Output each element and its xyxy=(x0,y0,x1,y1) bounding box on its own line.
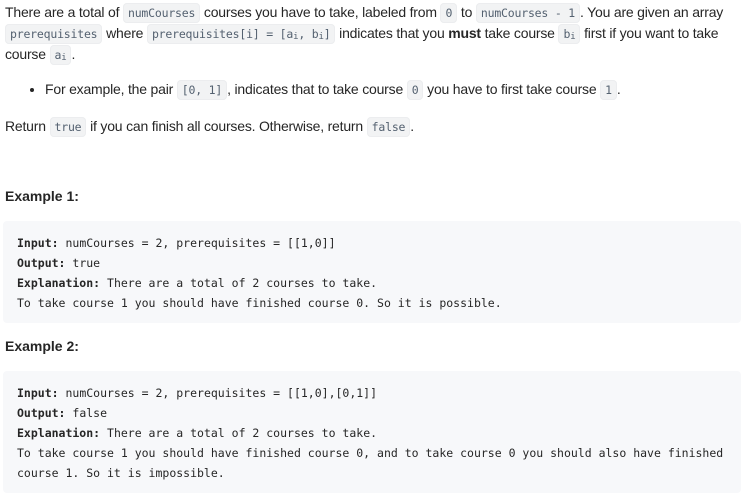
inline-code: 0 xyxy=(440,3,458,23)
example-2-title: Example 2: xyxy=(5,338,79,354)
intro-paragraph: There are a total of numCourses courses … xyxy=(5,2,741,65)
bullet-list: For example, the pair [0, 1], indicates … xyxy=(5,79,741,100)
input-value: numCourses = 2, prerequisites = [[1,0],[… xyxy=(58,386,378,400)
problem-description: There are a total of numCourses courses … xyxy=(0,0,746,493)
text: indicates that you xyxy=(335,25,449,41)
return-paragraph: Return true if you can finish all course… xyxy=(5,116,741,137)
subscript: i xyxy=(570,32,576,42)
text: you have to first take course xyxy=(423,81,601,97)
code-text: , b xyxy=(298,27,319,41)
text: There are a total of xyxy=(5,4,123,20)
inline-code: true xyxy=(49,117,87,137)
example-1-title: Example 1: xyxy=(5,188,79,204)
output-value: true xyxy=(65,256,101,270)
text: . xyxy=(616,81,621,97)
example-1-block: Input: numCourses = 2, prerequisites = [… xyxy=(3,221,741,323)
text: courses you have to take, labeled from xyxy=(200,4,441,20)
output-label: Output: xyxy=(17,256,66,270)
output-label: Output: xyxy=(17,406,66,420)
text: where xyxy=(102,25,147,41)
explanation-label: Explanation: xyxy=(17,426,101,440)
text: For example, the pair xyxy=(45,81,177,97)
code-text: ] xyxy=(323,27,331,41)
subscript: i xyxy=(61,53,67,63)
explanation-label: Explanation: xyxy=(17,276,101,290)
text: . You are given an array xyxy=(580,4,724,20)
text: take course xyxy=(480,25,559,41)
inline-code: false xyxy=(366,117,411,137)
inline-code: numCourses - 1 xyxy=(475,3,581,23)
inline-code: 1 xyxy=(600,80,617,100)
text: . xyxy=(71,46,76,62)
inline-code: 0 xyxy=(406,80,424,100)
text: , indicates that to take course xyxy=(227,81,407,97)
text: . xyxy=(410,118,414,134)
input-label: Input: xyxy=(17,236,59,250)
text: to xyxy=(457,4,476,20)
text: Return xyxy=(5,118,50,134)
inline-code: bi xyxy=(558,24,581,44)
inline-code: prerequisites[i] = [ai, bi] xyxy=(146,24,336,44)
bullet-item: For example, the pair [0, 1], indicates … xyxy=(45,79,741,100)
inline-code: prerequisites xyxy=(5,24,103,44)
code-text: prerequisites[i] = [a xyxy=(151,27,294,41)
output-value: false xyxy=(65,406,108,420)
inline-code: [0, 1] xyxy=(176,80,228,100)
bold-text: must xyxy=(448,25,481,41)
inline-code: ai xyxy=(49,45,72,65)
inline-code: numCourses xyxy=(122,3,201,23)
example-2-block: Input: numCourses = 2, prerequisites = [… xyxy=(3,371,741,493)
explanation-text: There are a total of 2 courses to take. … xyxy=(17,426,724,480)
input-value: numCourses = 2, prerequisites = [[1,0]] xyxy=(58,236,336,250)
text: if you can finish all courses. Otherwise… xyxy=(86,118,367,134)
input-label: Input: xyxy=(17,386,59,400)
